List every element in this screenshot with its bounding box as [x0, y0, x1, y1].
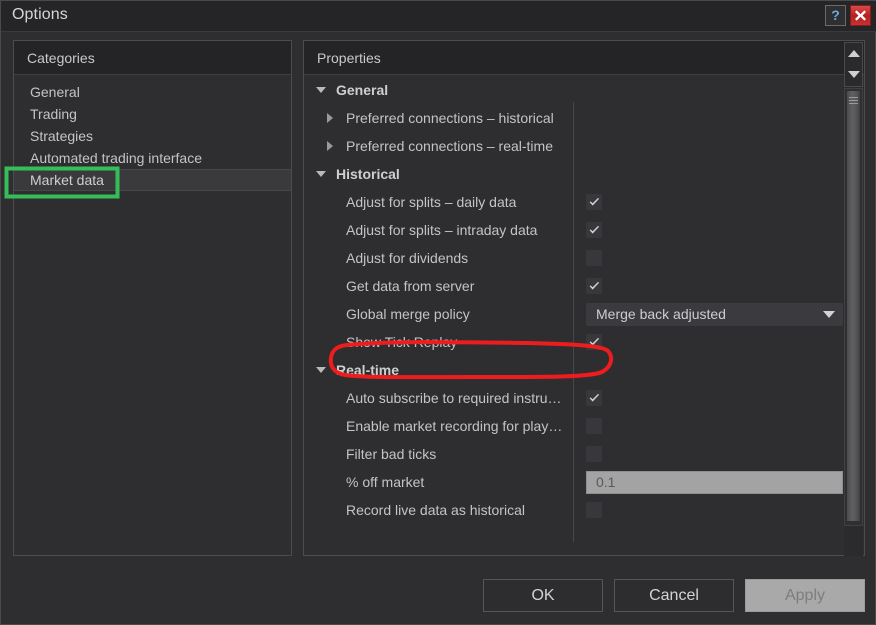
property-row-get-data-from-server[interactable]: Get data from server: [305, 272, 845, 300]
property-label: Global merge policy: [346, 306, 470, 322]
property-group-general[interactable]: General: [305, 76, 845, 104]
property-label: Adjust for dividends: [346, 250, 469, 266]
sidebar-item-automated-trading-interface[interactable]: Automated trading interface: [14, 147, 291, 169]
dropdown-value: Merge back adjusted: [596, 306, 726, 322]
property-label: Enable market recording for play…: [346, 418, 563, 434]
property-control: [586, 446, 602, 462]
properties-header: Properties: [304, 41, 864, 75]
property-row-record-live-data-as-historical[interactable]: Record live data as historical: [305, 496, 845, 524]
checkmark-icon: [589, 337, 599, 346]
property-row-adjust-for-splits-intraday-data[interactable]: Adjust for splits – intraday data: [305, 216, 845, 244]
property-label: Record live data as historical: [346, 502, 525, 518]
scroll-up-button[interactable]: [845, 43, 862, 64]
triangle-down-icon: [847, 71, 860, 78]
scrollbar-thumb[interactable]: [847, 91, 860, 521]
properties-scrollbar[interactable]: [844, 42, 863, 556]
scrollbar-track[interactable]: [844, 88, 863, 526]
property-input-off-market[interactable]: 0.1: [586, 470, 843, 494]
dialog-footer: OK Cancel Apply: [1, 579, 876, 619]
help-button[interactable]: ?: [825, 5, 846, 26]
checkmark-icon: [589, 281, 599, 290]
options-dialog: Options ? Categories General Trading Strat…: [0, 0, 876, 625]
property-row-filter-bad-ticks[interactable]: Filter bad ticks: [305, 440, 845, 468]
close-icon: [855, 10, 866, 21]
checkmark-icon: [589, 197, 599, 206]
property-group-label: General: [336, 82, 389, 98]
chevron-right-icon[interactable]: [327, 141, 333, 151]
property-group-real-time[interactable]: Real-time: [305, 356, 845, 384]
chevron-right-icon[interactable]: [327, 113, 333, 123]
property-label: Filter bad ticks: [346, 446, 437, 462]
chevron-down-icon: [316, 367, 326, 373]
property-control: [586, 334, 602, 350]
sidebar-item-market-data[interactable]: Market data: [14, 169, 291, 191]
property-label: Adjust for splits – intraday data: [346, 222, 538, 238]
title-bar: Options ?: [1, 1, 876, 32]
property-label: Adjust for splits – daily data: [346, 194, 517, 210]
property-row-off-market[interactable]: % off market 0.1: [305, 468, 845, 496]
checkmark-icon: [589, 393, 599, 402]
apply-button: Apply: [745, 579, 865, 612]
scroll-down-button[interactable]: [845, 64, 862, 85]
property-label: Get data from server: [346, 278, 475, 294]
property-label: Auto subscribe to required instru…: [346, 390, 562, 406]
property-control: [586, 278, 602, 294]
categories-list: General Trading Strategies Automated tradin…: [14, 75, 291, 191]
properties-viewport: General Preferred connections – historica…: [305, 76, 845, 556]
property-row-preferred-connections-historical[interactable]: Preferred connections – historical: [305, 104, 845, 132]
checkbox-checked[interactable]: [586, 390, 602, 406]
chevron-down-icon: [316, 171, 326, 177]
property-control: [586, 418, 602, 434]
checkbox-checked[interactable]: [586, 278, 602, 294]
properties-panel: Properties General Preferred connections …: [303, 40, 865, 556]
sidebar-item-strategies[interactable]: Strategies: [14, 125, 291, 147]
property-label: Preferred connections – historical: [346, 110, 554, 126]
property-label: % off market: [346, 474, 425, 490]
property-label: Show Tick Replay: [346, 334, 458, 350]
chevron-down-icon: [316, 87, 326, 93]
grip-icon: [849, 97, 858, 104]
cancel-button[interactable]: Cancel: [614, 579, 734, 612]
checkbox-unchecked[interactable]: [586, 446, 602, 462]
categories-panel: Categories General Trading Strategies Autom…: [13, 40, 292, 556]
ok-button[interactable]: OK: [483, 579, 603, 612]
close-button[interactable]: [850, 5, 871, 26]
property-control: [586, 390, 602, 406]
property-row-enable-market-recording-for-play[interactable]: Enable market recording for play…: [305, 412, 845, 440]
property-control: [586, 250, 602, 266]
property-row-global-merge-policy[interactable]: Global merge policy Merge back adjusted: [305, 300, 845, 328]
property-row-show-tick-replay[interactable]: Show Tick Replay: [305, 328, 845, 356]
sidebar-item-general[interactable]: General: [14, 81, 291, 103]
chevron-down-icon: [823, 310, 835, 318]
title-bar-buttons: ?: [825, 5, 871, 26]
window-title: Options: [12, 6, 68, 23]
property-control: [586, 502, 602, 518]
property-group-label: Historical: [336, 166, 400, 182]
properties-list: General Preferred connections – historica…: [305, 76, 845, 542]
property-label: Preferred connections – real-time: [346, 138, 553, 154]
checkmark-icon: [589, 225, 599, 234]
scrollbar-arrows: [844, 42, 863, 87]
property-group-label: Real-time: [336, 362, 400, 378]
property-row-auto-subscribe-to-required-instru[interactable]: Auto subscribe to required instru…: [305, 384, 845, 412]
checkbox-checked[interactable]: [586, 222, 602, 238]
categories-header: Categories: [14, 41, 291, 75]
sidebar-item-trading[interactable]: Trading: [14, 103, 291, 125]
question-mark-icon: ?: [831, 7, 840, 23]
checkbox-unchecked[interactable]: [586, 250, 602, 266]
checkbox-unchecked[interactable]: [586, 418, 602, 434]
checkbox-unchecked[interactable]: [586, 502, 602, 518]
triangle-up-icon: [847, 50, 860, 57]
property-row-adjust-for-splits-daily-data[interactable]: Adjust for splits – daily data: [305, 188, 845, 216]
property-dropdown-global-merge-policy[interactable]: Merge back adjusted: [586, 302, 843, 326]
checkbox-checked[interactable]: [586, 194, 602, 210]
property-control: [586, 222, 602, 238]
property-row-adjust-for-dividends[interactable]: Adjust for dividends: [305, 244, 845, 272]
property-group-historical[interactable]: Historical: [305, 160, 845, 188]
property-row-preferred-connections-real-time[interactable]: Preferred connections – real-time: [305, 132, 845, 160]
property-control: [586, 194, 602, 210]
checkbox-checked[interactable]: [586, 334, 602, 350]
